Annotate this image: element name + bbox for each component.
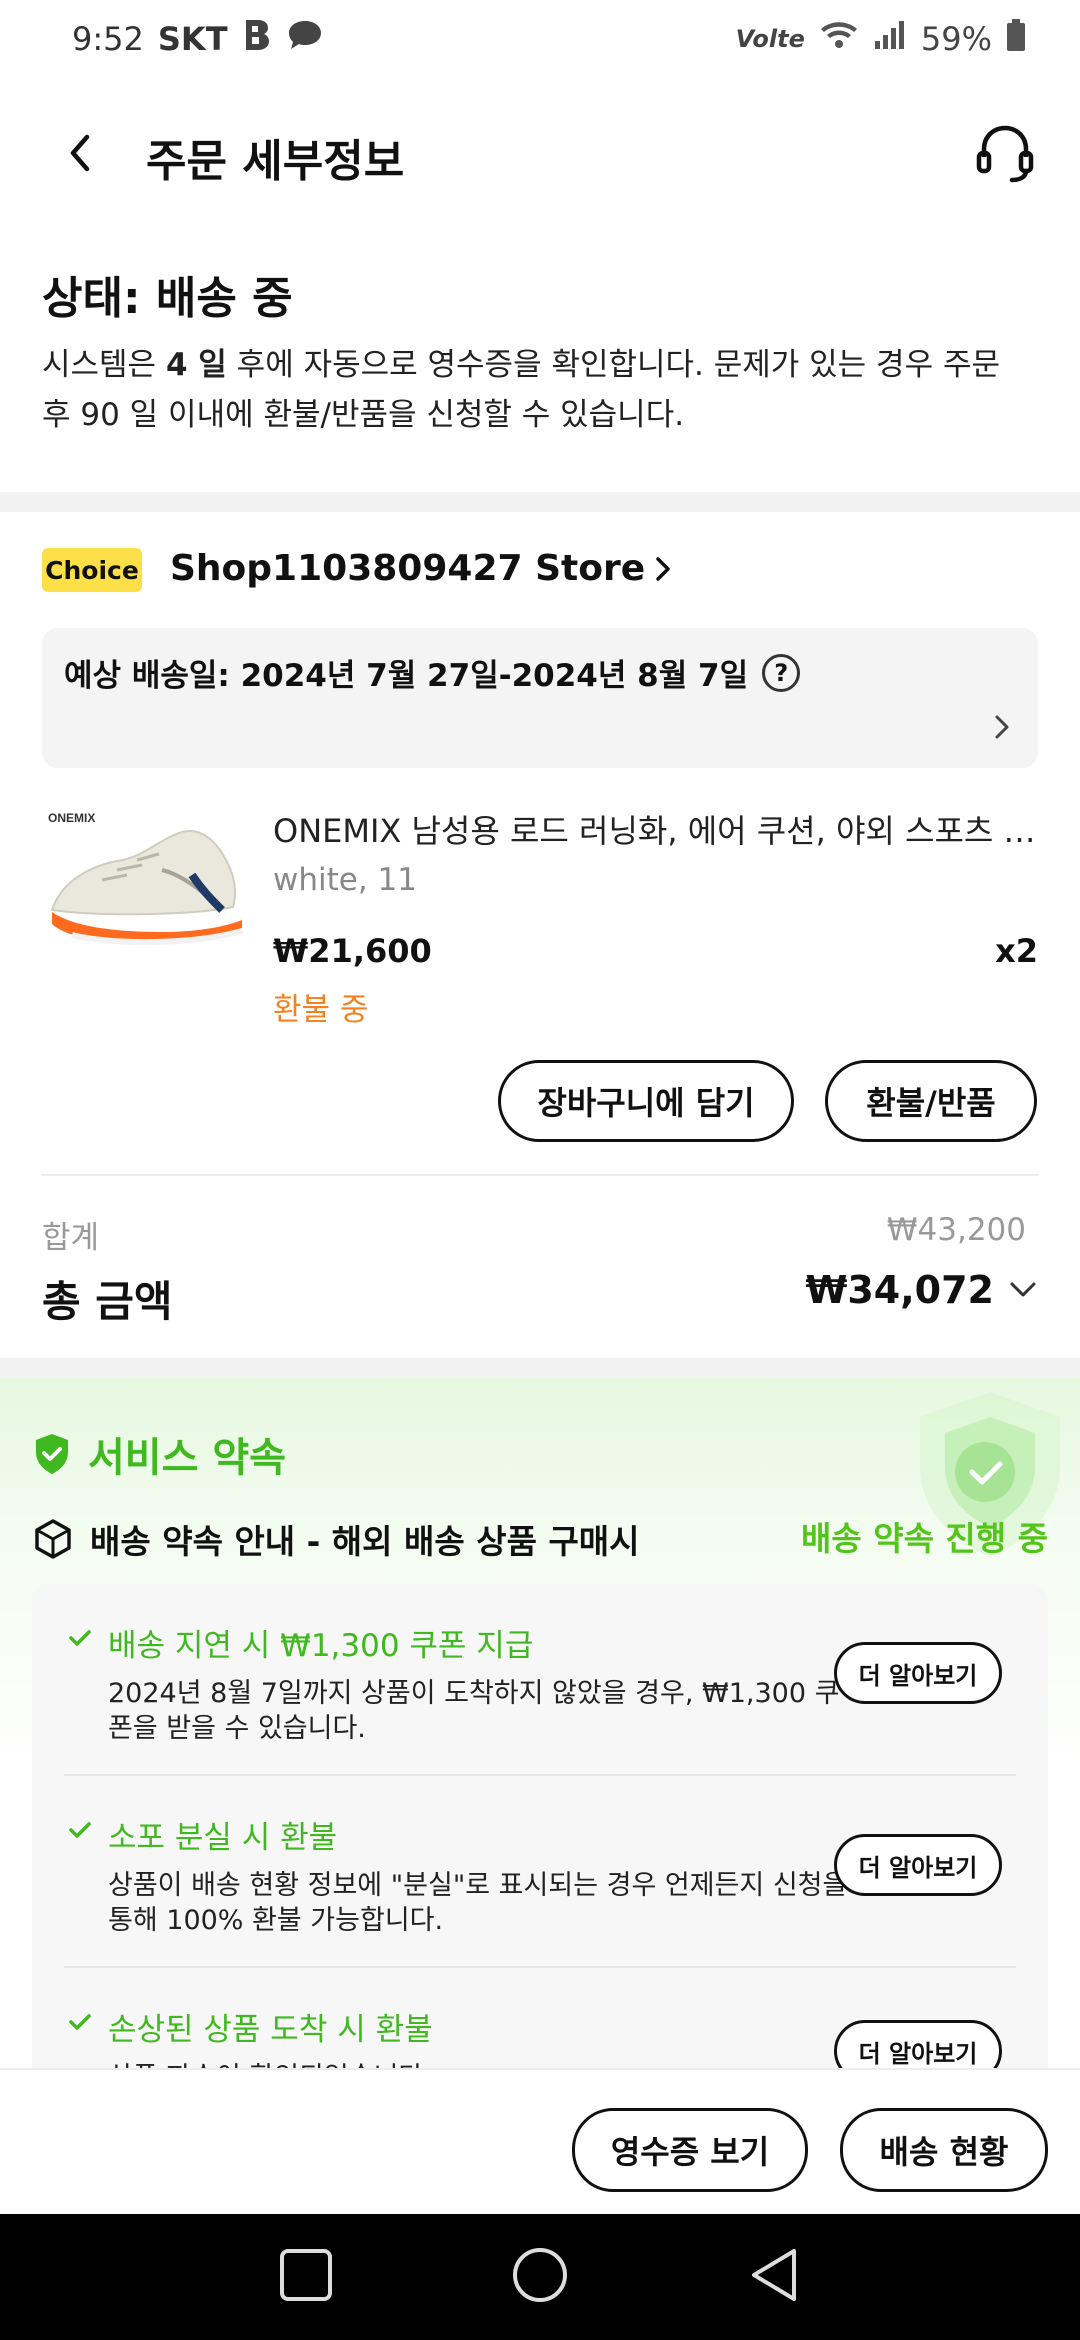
total-label: 총 금액 bbox=[42, 1277, 173, 1326]
status-bar: 9:52 SKT Volte 59% bbox=[0, 0, 1080, 78]
choice-badge: Choice bbox=[42, 548, 142, 592]
section-divider bbox=[0, 492, 1080, 512]
volte-indicator: Volte bbox=[735, 25, 805, 53]
delivery-promise-subtitle: 배송 약속 안내 - 해외 배송 상품 구매시 bbox=[32, 1515, 640, 1563]
divider bbox=[64, 1774, 1016, 1776]
promise-item-description: 2024년 8월 7일까지 상품이 도착하지 않았을 경우, ₩1,300 쿠폰… bbox=[108, 1678, 840, 1744]
status-desc-days: 4 일 bbox=[165, 347, 227, 383]
refund-return-button[interactable]: 환불/반품 bbox=[825, 1060, 1037, 1142]
total-amount[interactable]: ₩34,072 bbox=[805, 1268, 1038, 1312]
order-status-title: 상태: 배송 중 bbox=[42, 273, 293, 324]
system-nav-bar bbox=[0, 2214, 1080, 2340]
chevron-left-icon bbox=[70, 134, 90, 172]
carrier-label: SKT bbox=[157, 20, 228, 58]
delivery-status-button[interactable]: 배송 현황 bbox=[840, 2108, 1048, 2192]
check-icon bbox=[69, 2014, 91, 2030]
service-promise-title: 서비스 약속 bbox=[32, 1425, 286, 1483]
promise-item-title: 소포 분실 시 환불 bbox=[108, 1820, 338, 1856]
signal-icon bbox=[873, 19, 907, 59]
delivery-estimate-text: 예상 배송일: 2024년 7월 27일-2024년 8월 7일 bbox=[64, 658, 749, 694]
square-icon bbox=[280, 2249, 332, 2301]
brand-logo: ONEMIX bbox=[48, 811, 95, 825]
view-receipt-button[interactable]: 영수증 보기 bbox=[572, 2108, 808, 2192]
promise-item: 소포 분실 시 환불 상품이 배송 현황 정보에 "분실"로 표시되는 경우 언… bbox=[32, 1812, 1048, 1962]
app-header: 주문 세부정보 bbox=[0, 95, 1080, 205]
triangle-back-icon bbox=[752, 2249, 796, 2301]
check-icon bbox=[69, 1822, 91, 1838]
clock: 9:52 bbox=[72, 20, 144, 58]
status-bar-left: 9:52 SKT bbox=[72, 18, 324, 60]
promise-item-title: 배송 지연 시 ₩1,300 쿠폰 지급 bbox=[108, 1628, 534, 1664]
circle-icon bbox=[513, 2248, 567, 2302]
b-app-icon bbox=[242, 18, 272, 60]
add-to-cart-button[interactable]: 장바구니에 담기 bbox=[498, 1060, 794, 1142]
promise-list: 배송 지연 시 ₩1,300 쿠폰 지급 2024년 8월 7일까지 상품이 도… bbox=[32, 1584, 1048, 2084]
customer-support-button[interactable] bbox=[970, 117, 1040, 187]
check-icon bbox=[69, 1630, 91, 1646]
delivery-promise-subtitle-text: 배송 약속 안내 - 해외 배송 상품 구매시 bbox=[90, 1522, 640, 1561]
promise-item: 배송 지연 시 ₩1,300 쿠폰 지급 2024년 8월 7일까지 상품이 도… bbox=[32, 1620, 1048, 1770]
promise-item-title: 손상된 상품 도착 시 환불 bbox=[108, 2012, 433, 2048]
divider bbox=[64, 1966, 1016, 1968]
delivery-promise-progress: 배송 약속 진행 중 bbox=[801, 1519, 1048, 1558]
back-nav-button[interactable] bbox=[746, 2245, 802, 2309]
product-image[interactable]: ONEMIX bbox=[42, 800, 252, 970]
store-name: Shop1103809427 Store bbox=[170, 548, 646, 589]
back-button[interactable] bbox=[50, 123, 110, 183]
package-icon bbox=[35, 1519, 71, 1559]
order-status-description: 시스템은 4 일 후에 자동으로 영수증을 확인합니다. 문제가 있는 경우 주… bbox=[42, 340, 1032, 440]
divider bbox=[42, 1174, 1038, 1176]
chevron-right-icon bbox=[656, 556, 670, 581]
home-button[interactable] bbox=[510, 2245, 570, 2309]
battery-icon bbox=[1006, 18, 1026, 60]
service-promise-title-text: 서비스 약속 bbox=[88, 1435, 286, 1481]
help-icon[interactable]: ? bbox=[762, 653, 801, 692]
bottom-action-bar: 영수증 보기 배송 현황 bbox=[0, 2068, 1080, 2214]
chevron-right-icon bbox=[995, 715, 1009, 739]
wifi-icon bbox=[819, 19, 859, 59]
page-title: 주문 세부정보 bbox=[146, 136, 405, 187]
battery-level: 59% bbox=[920, 20, 992, 58]
headset-icon bbox=[976, 125, 1034, 183]
product-name[interactable]: ONEMIX 남성용 로드 러닝화, 에어 쿠션, 야외 스포츠 신발, 조깅 … bbox=[273, 806, 1043, 852]
product-quantity: x2 bbox=[995, 932, 1038, 970]
status-bar-right: Volte 59% bbox=[736, 18, 1026, 60]
recent-apps-button[interactable] bbox=[278, 2247, 334, 2307]
learn-more-button[interactable]: 더 알아보기 bbox=[834, 1642, 1002, 1704]
chevron-down-icon bbox=[1010, 1282, 1036, 1297]
delivery-estimate: 예상 배송일: 2024년 7월 27일-2024년 8월 7일 ? bbox=[64, 650, 801, 695]
promise-item-description: 상품이 배송 현황 정보에 "분실"로 표시되는 경우 언제든지 신청을 통해 … bbox=[108, 1870, 848, 1936]
total-value: ₩34,072 bbox=[805, 1268, 994, 1312]
product-refund-status: 환불 중 bbox=[273, 992, 369, 1028]
subtotal-value: ₩43,200 bbox=[886, 1212, 1026, 1248]
delivery-estimate-box[interactable]: 예상 배송일: 2024년 7월 27일-2024년 8월 7일 ? bbox=[42, 628, 1038, 768]
chat-app-icon bbox=[286, 18, 324, 60]
product-price: ₩21,600 bbox=[273, 932, 432, 970]
status-desc-prefix: 시스템은 bbox=[42, 347, 166, 383]
product-variant: white, 11 bbox=[273, 862, 417, 898]
store-link[interactable]: Shop1103809427 Store bbox=[170, 548, 673, 589]
shield-check-icon bbox=[36, 1434, 68, 1474]
subtotal-label: 합계 bbox=[42, 1220, 100, 1256]
learn-more-button[interactable]: 더 알아보기 bbox=[834, 1834, 1002, 1896]
